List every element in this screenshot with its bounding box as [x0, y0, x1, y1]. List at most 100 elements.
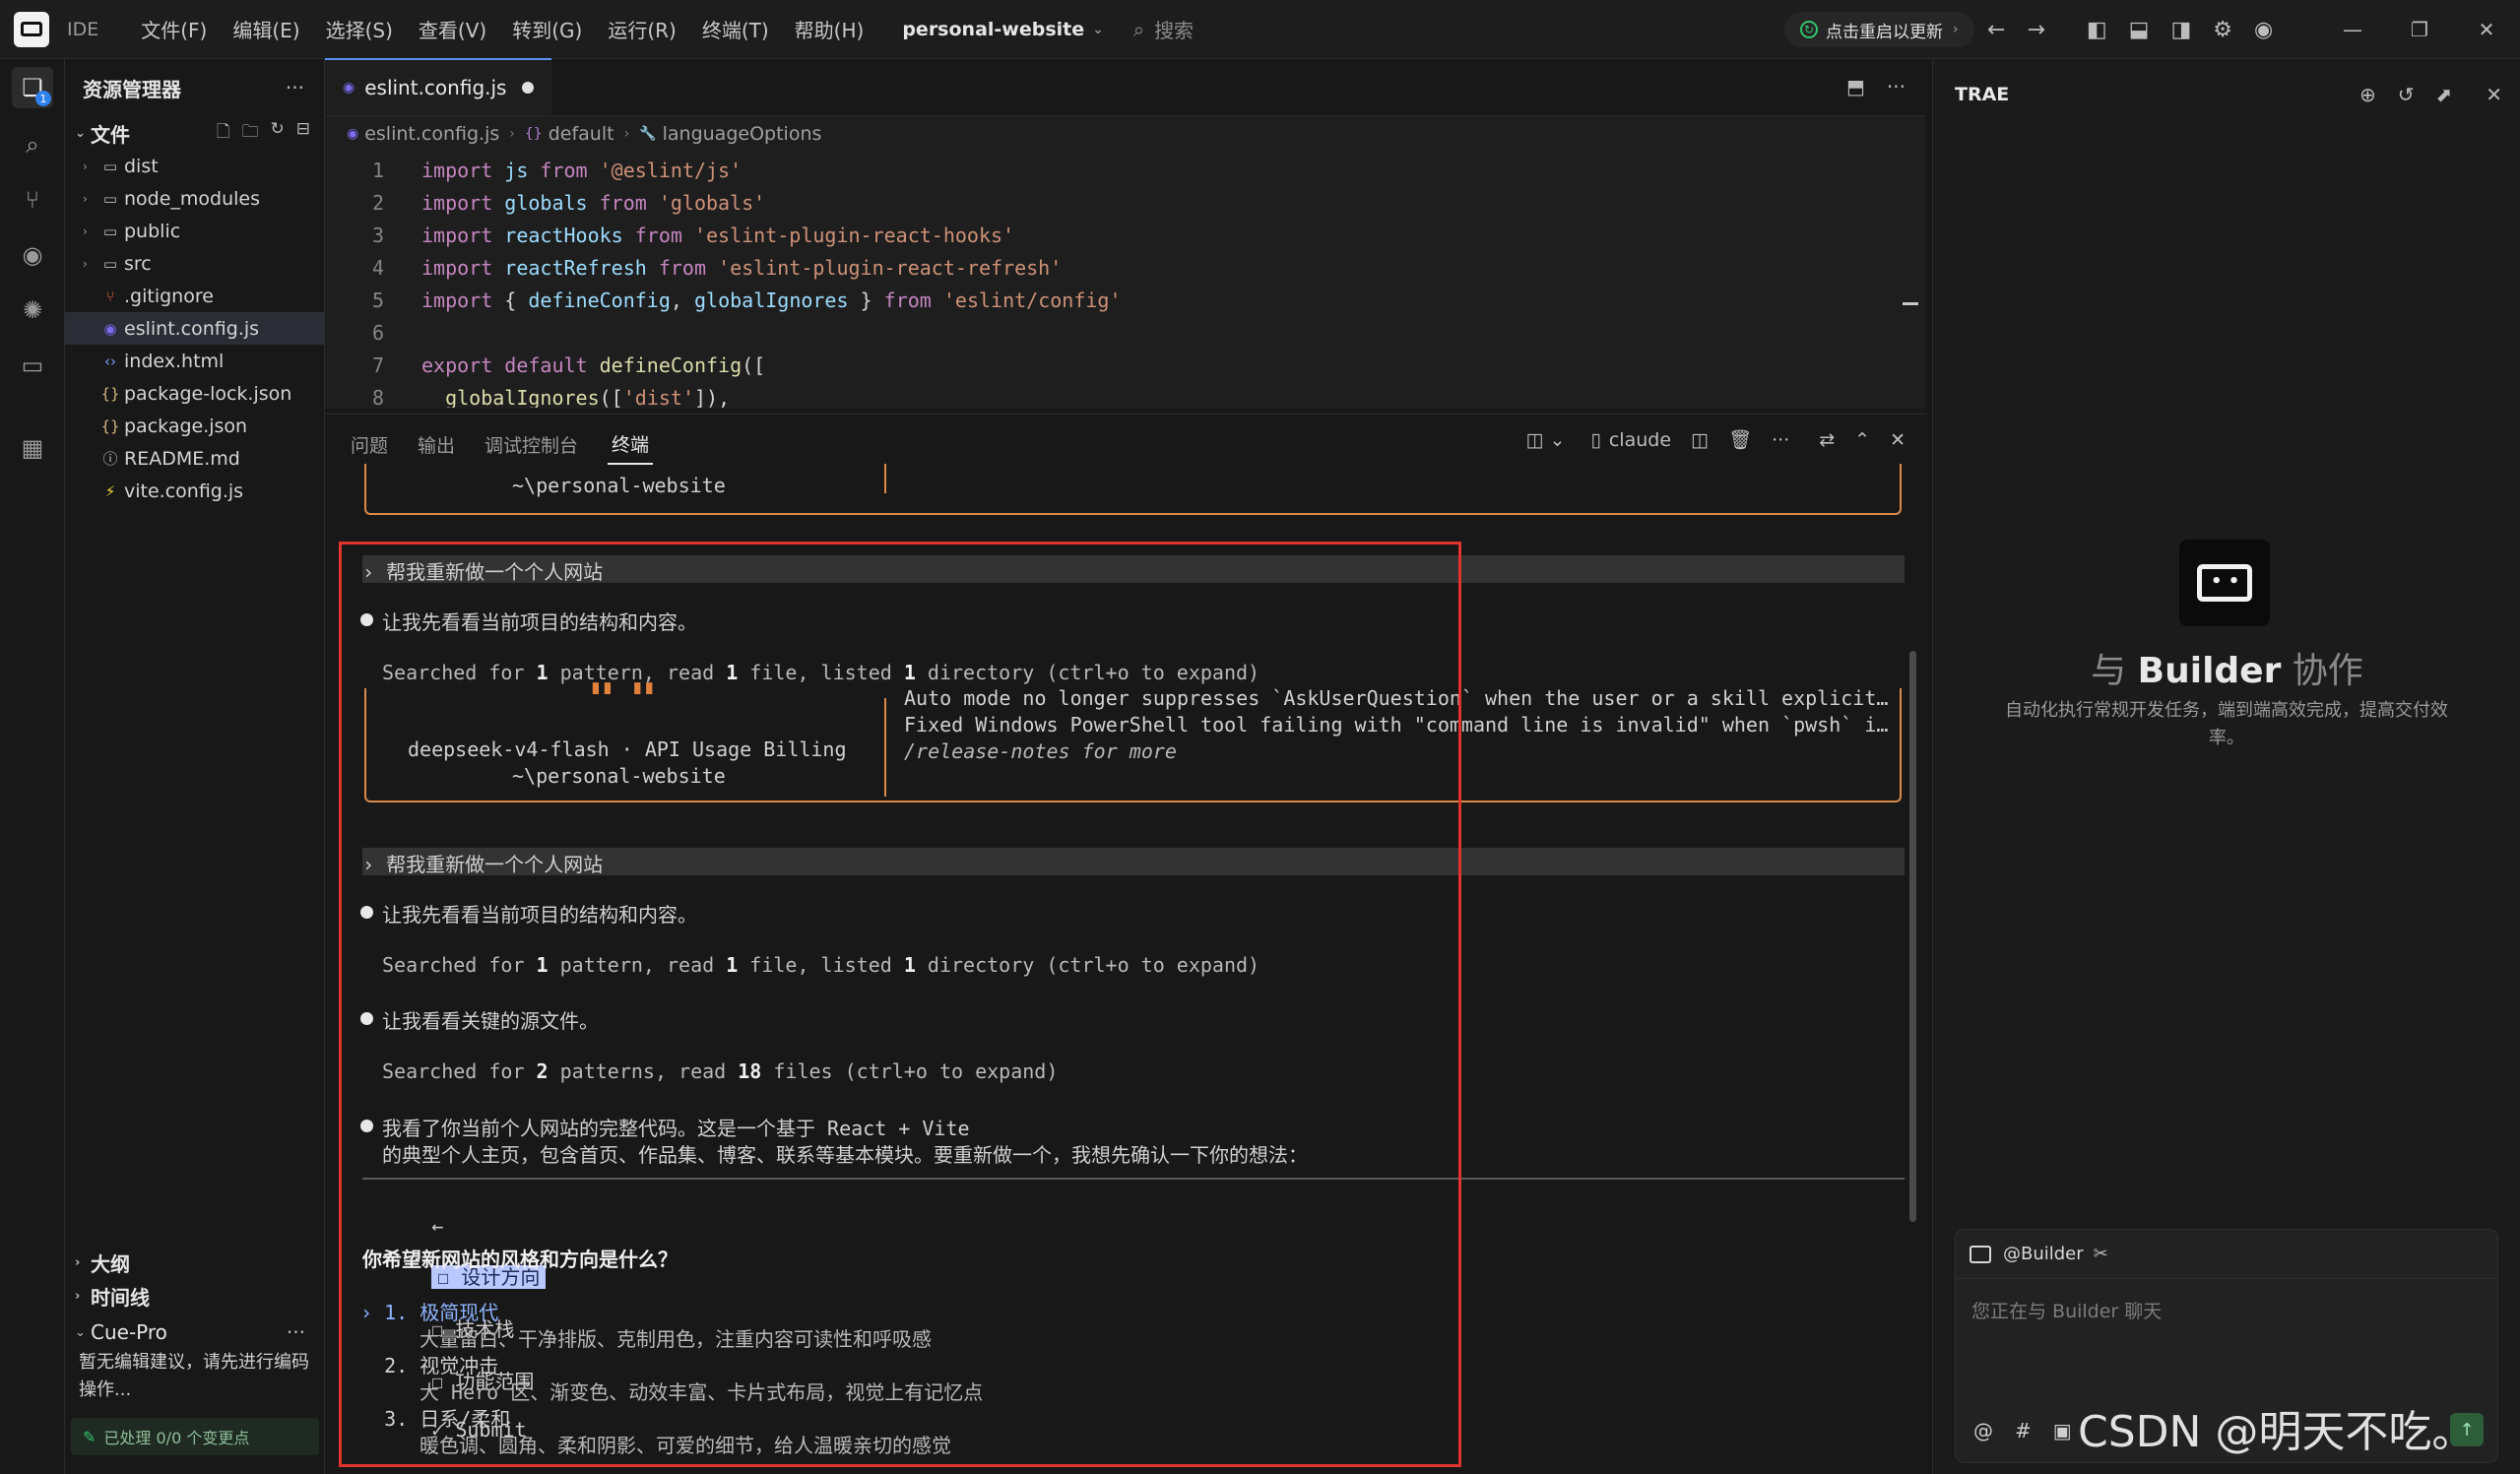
debug-icon[interactable]: ✺	[12, 289, 53, 331]
arrow-right-icon[interactable]: →	[2027, 18, 2044, 42]
breadcrumb-property[interactable]: languageOptions	[663, 123, 822, 145]
code-line[interactable]: 8 globalIgnores(['dist']),	[325, 381, 1925, 409]
menu-run[interactable]: 运行(R)	[595, 15, 689, 43]
code-line[interactable]: 5 import { defineConfig, globalIgnores } …	[325, 284, 1925, 316]
menu-edit[interactable]: 编辑(E)	[220, 15, 312, 43]
chevron-down-icon[interactable]: ⌄	[1092, 22, 1104, 37]
restore-icon[interactable]: ❐	[2386, 18, 2453, 41]
tree-file-index-html[interactable]: ‹› index.html	[65, 345, 324, 377]
source-control-icon[interactable]: ⑂	[12, 179, 53, 221]
close-icon[interactable]: ✕	[2453, 18, 2520, 41]
terminal-icon[interactable]: ▯	[1590, 429, 1600, 451]
code-line[interactable]: 6	[325, 316, 1925, 349]
history-icon[interactable]: ↺	[2398, 83, 2415, 106]
option-3[interactable]: 3. 日系/柔和	[360, 1403, 510, 1432]
breadcrumb-file[interactable]: eslint.config.js	[364, 123, 499, 145]
unsaved-dot-icon[interactable]	[522, 82, 535, 94]
breadcrumb-symbol[interactable]: default	[549, 123, 614, 145]
tree-file-package-json[interactable]: {} package.json	[65, 410, 324, 442]
outline-section[interactable]: › 大纲	[65, 1246, 325, 1279]
tree-folder-public[interactable]: › ▭ public	[65, 215, 324, 247]
arrow-left-icon[interactable]: ←	[1987, 18, 2005, 42]
layout-bottom-icon[interactable]: ⬓	[2129, 18, 2150, 42]
trash-icon[interactable]: 🗑	[1728, 428, 1752, 451]
trae-panel: TRAE ⊕ ↺ ⬈ ✕ 与 Builder 协作 自动化执行常规开发任务，端到…	[1932, 59, 2520, 1474]
more-icon[interactable]: ···	[287, 1320, 305, 1344]
split-terminal-icon[interactable]: ◫	[1691, 429, 1709, 451]
open-external-icon[interactable]: ⬈	[2435, 83, 2452, 106]
refresh-icon[interactable]: ↻	[271, 119, 285, 148]
code-line[interactable]: 2 import globals from 'globals'	[325, 186, 1925, 219]
tree-file-package-lock[interactable]: {} package-lock.json	[65, 377, 324, 410]
terminal-layout-icon[interactable]: ◫ ⌄	[1525, 429, 1565, 451]
project-switcher[interactable]: personal-website	[902, 19, 1084, 40]
extensions-icon[interactable]: ▦	[12, 427, 53, 469]
account-icon[interactable]: ◉	[2254, 18, 2273, 42]
code-line[interactable]: 1 import js from '@eslint/js'	[325, 154, 1925, 186]
tree-file-readme[interactable]: ⓘ README.md	[65, 442, 324, 475]
code-token: import	[421, 158, 505, 182]
new-file-icon[interactable]: 🗋	[217, 119, 230, 148]
new-chat-icon[interactable]: ⊕	[2359, 83, 2376, 106]
restart-update-button[interactable]: ↻ 点击重启以更新 ›	[1784, 12, 1974, 47]
search-icon[interactable]: ⌕	[12, 124, 53, 165]
close-icon[interactable]: ✕	[2486, 83, 2502, 106]
arrow-left-icon[interactable]: ←	[431, 1214, 443, 1238]
code-text: import reactRefresh from 'eslint-plugin-…	[421, 256, 1062, 280]
collapse-all-icon[interactable]: ⊟	[296, 119, 310, 148]
split-editor-icon[interactable]: ⬒	[1846, 75, 1865, 98]
tree-file-eslint-config[interactable]: ◉ eslint.config.js	[65, 312, 324, 345]
command-search[interactable]: ⌕ 搜索	[1133, 15, 1194, 43]
panel-settings-icon[interactable]: ⇄	[1819, 429, 1835, 451]
option-1[interactable]: › 1. 极简现代	[360, 1297, 498, 1325]
image-icon[interactable]: ▣	[2053, 1419, 2072, 1442]
tab-eslint-config[interactable]: ◉ eslint.config.js	[325, 58, 552, 115]
gear-icon[interactable]: ⚙	[2213, 18, 2232, 42]
menu-go[interactable]: 转到(G)	[499, 15, 595, 43]
code-line[interactable]: 7 export default defineConfig([	[325, 349, 1925, 381]
minimize-icon[interactable]: —	[2319, 18, 2386, 41]
mention-icon[interactable]: @	[1973, 1419, 1993, 1442]
tree-folder-dist[interactable]: › ▭ dist	[65, 150, 324, 182]
menu-file[interactable]: 文件(F)	[128, 15, 220, 43]
more-icon[interactable]: ···	[286, 76, 304, 99]
tab-debug-console[interactable]: 调试控制台	[485, 431, 578, 458]
tree-folder-node-modules[interactable]: › ▭ node_modules	[65, 182, 324, 215]
more-icon[interactable]: ···	[1887, 75, 1906, 98]
close-panel-icon[interactable]: ✕	[1890, 429, 1906, 451]
cue-pro-section[interactable]: ⌄ Cue-Pro ···	[65, 1315, 325, 1349]
timeline-section[interactable]: › 时间线	[65, 1279, 325, 1313]
menu-view[interactable]: 查看(V)	[406, 15, 499, 43]
code-view[interactable]: 1 import js from '@eslint/js' 2 import glob…	[325, 154, 1925, 409]
code-line[interactable]: 4 import reactRefresh from 'eslint-plugin…	[325, 251, 1925, 284]
tree-file-vite-config[interactable]: ⚡ vite.config.js	[65, 475, 324, 507]
new-folder-icon[interactable]: 🗀	[242, 119, 259, 148]
code-line[interactable]: 3 import reactHooks from 'eslint-plugin-r…	[325, 219, 1925, 251]
menu-selection[interactable]: 选择(S)	[313, 15, 406, 43]
option-2[interactable]: 2. 视觉冲击	[360, 1350, 498, 1378]
agent-selector[interactable]: @Builder ✂	[1956, 1230, 2497, 1279]
hash-icon[interactable]: #	[2015, 1419, 2032, 1442]
layout-right-icon[interactable]: ◨	[2170, 18, 2191, 42]
bullet	[360, 1012, 373, 1025]
tab-output[interactable]: 输出	[418, 431, 455, 458]
tab-terminal[interactable]: 终端	[608, 424, 654, 465]
remote-icon[interactable]: ▭	[12, 345, 53, 386]
explorer-icon[interactable]: ❏ 1	[12, 67, 53, 108]
tab-problems[interactable]: 问题	[351, 431, 388, 458]
code-text: import reactHooks from 'eslint-plugin-re…	[421, 224, 1014, 247]
menu-help[interactable]: 帮助(H)	[782, 15, 877, 43]
eye-icon[interactable]: ◉	[12, 234, 53, 276]
chat-input[interactable]: 您正在与 Builder 聊天	[1956, 1279, 2497, 1341]
layout-left-icon[interactable]: ◧	[2087, 18, 2107, 42]
tree-file-gitignore[interactable]: ⑂ .gitignore	[65, 280, 324, 312]
terminal-view[interactable]: ~\personal-website › 帮我重新做一个个人网站 让我先看看当前…	[325, 464, 1925, 1474]
tree-folder-src[interactable]: › ▭ src	[65, 247, 324, 280]
arrow-right-icon[interactable]: →	[431, 1465, 443, 1474]
terminal-scrollbar[interactable]	[1909, 651, 1916, 1222]
more-icon[interactable]: ···	[1772, 429, 1789, 451]
files-section-header[interactable]: ⌄ 文件 🗋 🗀 ↻ ⊟	[65, 116, 324, 150]
menu-terminal[interactable]: 终端(T)	[689, 15, 782, 43]
maximize-panel-icon[interactable]: ⌃	[1854, 429, 1870, 451]
terminal-name[interactable]: claude	[1609, 429, 1671, 451]
